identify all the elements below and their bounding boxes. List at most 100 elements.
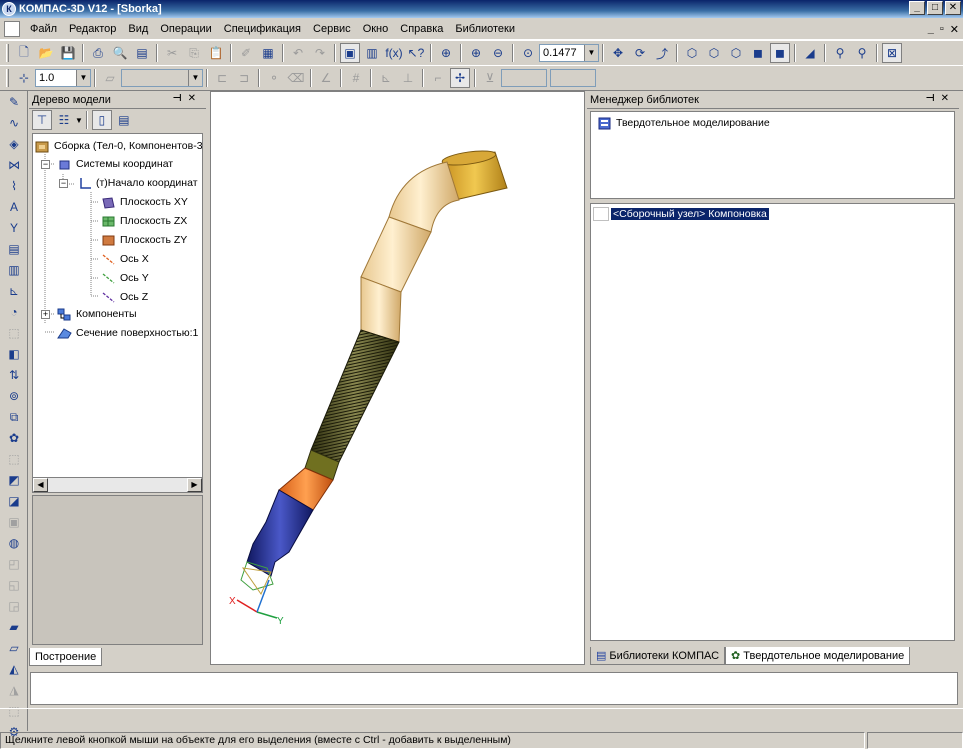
filter-tool-icon[interactable]: Y <box>3 218 25 238</box>
format-brush-icon[interactable]: ✐ <box>236 43 256 63</box>
close-panel-icon[interactable]: ✕ <box>941 93 955 104</box>
chevron-down-icon[interactable]: ▼ <box>76 70 90 86</box>
xy-coord-icon[interactable]: ⊻ <box>480 68 500 88</box>
dimension-icon[interactable]: A <box>3 197 25 217</box>
toolbar-grip[interactable] <box>6 69 9 87</box>
menu-specification[interactable]: Спецификация <box>218 23 307 35</box>
boolean-icon[interactable]: ◩ <box>3 470 25 490</box>
pin-icon[interactable]: ⊣ <box>925 93 940 104</box>
help-pointer-icon[interactable]: ↖? <box>406 43 426 63</box>
mate-icon[interactable]: ⋈ <box>3 155 25 175</box>
tree-node-assembly[interactable]: Сборка (Тел-0, Компонентов-3) <box>35 137 202 155</box>
coord-axes-icon[interactable]: ⊾ <box>376 68 396 88</box>
chevron-down-icon[interactable]: ▼ <box>584 45 598 61</box>
fillet-icon[interactable]: ◰ <box>3 554 25 574</box>
close-button[interactable]: ✕ <box>945 1 961 15</box>
menu-help[interactable]: Справка <box>394 23 449 35</box>
insert-component-icon[interactable]: ⧉ <box>3 407 25 427</box>
mdi-minimize-button[interactable]: _ <box>928 23 934 36</box>
cut-icon[interactable]: ✂ <box>162 43 182 63</box>
edit-assembly-icon[interactable]: ✎ <box>3 92 25 112</box>
model-3d-render[interactable]: X Y <box>211 92 586 666</box>
scroll-right-icon[interactable]: ▶ <box>187 478 202 492</box>
pin-icon[interactable]: ⊣ <box>172 93 187 104</box>
selection-filter-icon[interactable]: ⚲ <box>852 43 872 63</box>
menu-window[interactable]: Окно <box>357 23 395 35</box>
scroll-left-icon[interactable]: ◀ <box>33 478 48 492</box>
layer-icon[interactable]: ▱ <box>100 68 120 88</box>
tree-node-coordinate-systems[interactable]: Системы координат <box>57 155 173 173</box>
library-content-item[interactable]: <Сборочный узел> Компоновка <box>593 205 769 223</box>
menu-operations[interactable]: Операции <box>154 23 217 35</box>
tree-node-origin[interactable]: (т)Начало координат <box>77 174 198 192</box>
chevron-down-icon[interactable]: ▼ <box>75 116 83 125</box>
orientation-icon[interactable]: ⤴ <box>652 43 672 63</box>
menu-editor[interactable]: Редактор <box>63 23 122 35</box>
measure-icon[interactable]: ⊾ <box>3 281 25 301</box>
tree-node-plane-zy[interactable]: Плоскость ZY <box>101 231 187 249</box>
print-preview-icon[interactable]: 🔍 <box>110 43 130 63</box>
tree-node-components[interactable]: Компоненты <box>57 305 137 323</box>
table-icon[interactable]: ▦ <box>258 43 278 63</box>
tree-node-axis-z[interactable]: Ось Z <box>101 288 148 306</box>
new-document-icon[interactable]: 🗋 <box>14 43 34 63</box>
report-icon[interactable]: ▥ <box>3 260 25 280</box>
mirror-icon[interactable]: ◮ <box>3 680 25 700</box>
model-viewport[interactable]: X Y <box>210 91 585 665</box>
hole-icon[interactable]: ◍ <box>3 533 25 553</box>
close-panel-icon[interactable]: ✕ <box>188 93 202 104</box>
maximize-button[interactable]: □ <box>927 1 943 15</box>
layer-combo[interactable]: ▼ <box>121 69 203 87</box>
tab-kompas-libraries[interactable]: ▤ Библиотеки КОМПАС <box>590 647 726 665</box>
tree-node-surface-section[interactable]: Сечение поверхностью:1 <box>57 324 198 342</box>
hidden-thin-icon[interactable]: ⬡ <box>726 43 746 63</box>
eraser-icon[interactable]: ⌫ <box>286 68 306 88</box>
manager-icon[interactable]: ▣ <box>340 43 360 63</box>
extrude-icon[interactable]: ▰ <box>3 617 25 637</box>
expand-icon[interactable]: + <box>41 310 50 319</box>
filter-icon[interactable]: ⚲ <box>830 43 850 63</box>
minimize-button[interactable]: _ <box>909 1 925 15</box>
diagnostics-icon[interactable]: ◔ <box>3 302 25 322</box>
paste-icon[interactable]: 📋 <box>206 43 226 63</box>
toolbar-grip[interactable] <box>6 44 9 62</box>
tree-structure-icon[interactable]: ⊤ <box>32 110 52 130</box>
item-checkbox-icon[interactable] <box>593 207 609 221</box>
zoom-scale-icon[interactable]: ⊙ <box>518 43 538 63</box>
chevron-down-icon[interactable]: ▼ <box>188 70 202 86</box>
collapse-icon[interactable]: − <box>41 160 50 169</box>
tree-node-axis-y[interactable]: Ось Y <box>101 269 149 287</box>
rotate-icon[interactable]: ⟳ <box>630 43 650 63</box>
rib-icon[interactable]: ◲ <box>3 596 25 616</box>
menu-libraries[interactable]: Библиотеки <box>449 23 521 35</box>
tab-solid-modeling[interactable]: ✿ Твердотельное моделирование <box>725 647 911 665</box>
pocket-icon[interactable]: ▣ <box>3 512 25 532</box>
tree-view-mode-icon[interactable]: ☷ <box>54 110 74 130</box>
tree-doc-icon[interactable]: ▤ <box>114 110 134 130</box>
standard-part-icon[interactable]: ✿ <box>3 428 25 448</box>
tree-horizontal-scrollbar[interactable]: ◀ ▶ <box>32 477 203 493</box>
zoom-in-icon[interactable]: ⊕ <box>466 43 486 63</box>
snap-icon[interactable]: ⊠ <box>882 43 902 63</box>
tree-node-axis-x[interactable]: Ось X <box>101 250 149 268</box>
zoom-combo[interactable]: 0.1477 ▼ <box>539 44 599 62</box>
hidden-lines-icon[interactable]: ⬡ <box>704 43 724 63</box>
zoom-out-icon[interactable]: ⊖ <box>488 43 508 63</box>
perspective-icon[interactable]: ◢ <box>800 43 820 63</box>
tree-node-plane-xy[interactable]: Плоскость XY <box>101 193 188 211</box>
copy-icon[interactable]: ⎘ <box>184 43 204 63</box>
menu-service[interactable]: Сервис <box>307 23 357 35</box>
chamfer-icon[interactable]: ◱ <box>3 575 25 595</box>
grid-icon[interactable]: # <box>346 68 366 88</box>
tree-node-plane-zx[interactable]: Плоскость ZX <box>101 212 187 230</box>
cut-extrude-icon[interactable]: ▱ <box>3 638 25 658</box>
cursor-axes-icon[interactable]: ⊥ <box>398 68 418 88</box>
undo-icon[interactable]: ↶ <box>288 43 308 63</box>
shaded-icon[interactable]: ◼ <box>748 43 768 63</box>
mdi-restore-button[interactable]: ▫ <box>940 23 944 36</box>
spline-icon[interactable]: ∿ <box>3 113 25 133</box>
pan-icon[interactable]: ✥ <box>608 43 628 63</box>
component-icon[interactable]: ◧ <box>3 344 25 364</box>
paperclip-icon[interactable]: ⌇ <box>3 176 25 196</box>
variables-fx-icon[interactable]: f(x) <box>384 43 404 63</box>
